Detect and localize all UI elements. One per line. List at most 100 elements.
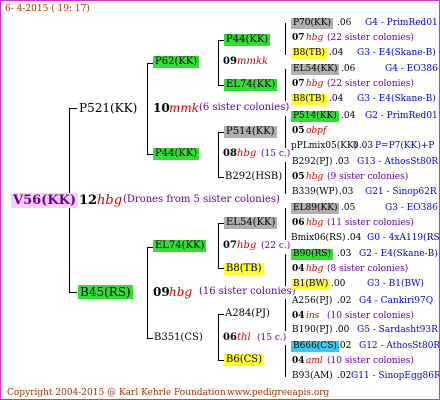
gen4-info: G3 - EO386 <box>385 203 438 213</box>
sire-note: (6 sister colonies) <box>199 102 290 113</box>
gen4-num: .04 <box>341 111 356 121</box>
gen4-info: G11 - SinopEgg86R <box>351 371 440 381</box>
gen4-queen[interactable]: B190(PJ) <box>292 326 332 335</box>
gen4-num: .03 <box>337 249 352 259</box>
gen4-queen[interactable]: A256(PJ) <box>292 297 332 306</box>
gen4-queen[interactable]: Bmix06(RS) <box>291 234 346 243</box>
dam-breeder: hbg <box>169 285 193 299</box>
gen4-info: G21 - Sinop62R <box>365 187 437 197</box>
gen4-num: .06 <box>337 18 352 28</box>
gen4-info: G4 - EO386 <box>385 64 438 74</box>
gen4-year: 04 <box>292 356 305 366</box>
connector <box>285 254 286 286</box>
gen4-info: P=P7(KK)+P <box>375 141 435 151</box>
gen2-d-breeder: thl <box>237 332 251 343</box>
gen4-num: .02 <box>337 371 352 381</box>
gen2-a-breeder: mmkk <box>237 56 269 67</box>
connector <box>285 116 286 148</box>
gen4-year: 06 <box>292 218 305 228</box>
gen2-b-note: (15 c.) <box>261 149 291 159</box>
gen4-breeder: aml <box>306 356 323 366</box>
gen4-info: G4 - PrimRed01 <box>365 18 438 28</box>
gen2-c-queen[interactable]: EL74(KK) <box>153 240 207 252</box>
gen4-year: 05 <box>292 126 305 136</box>
gen3-c1-queen[interactable]: EL54(KK) <box>224 217 278 229</box>
gen4-queen[interactable]: P514(KK) <box>291 111 339 122</box>
gen4-queen[interactable]: B90(RS) <box>291 249 334 260</box>
gen4-info: (10 sister colonies) <box>327 356 414 366</box>
gen4-queen[interactable]: B8(TB) <box>291 48 327 59</box>
gen4-queen[interactable]: EL54(KK) <box>291 64 340 75</box>
gen3-b1-queen[interactable]: P514(KK) <box>224 126 277 138</box>
gen4-year: 07 <box>292 79 305 89</box>
gen4-queen[interactable]: B93(AM) <box>292 372 333 381</box>
connector <box>218 40 219 86</box>
gen4-breeder: hbg <box>306 33 324 43</box>
gen4-queen[interactable]: pPLmix05(KK) <box>291 142 357 151</box>
gen4-year: 04 <box>292 264 305 274</box>
connector <box>147 338 153 339</box>
gen4-num: .05 <box>341 203 356 213</box>
connector <box>285 162 286 194</box>
gen2-c-breeder: hbg <box>237 240 257 251</box>
gen4-info: G3 - E4(Skane-B) <box>357 94 436 104</box>
gen4-info: G12 - AthosSt80R <box>359 341 440 351</box>
gen4-num: .04 <box>347 233 362 243</box>
connector <box>147 247 148 339</box>
gen2-a-queen[interactable]: P62(KK) <box>153 56 200 68</box>
sire-queen[interactable]: P521(KK) <box>79 102 137 114</box>
root-breeder: hbg <box>97 193 123 208</box>
root-year: 12 <box>79 193 98 208</box>
gen3-c2-queen[interactable]: B8(TB) <box>224 263 264 275</box>
gen4-info: (22 sister colonies) <box>327 79 414 89</box>
gen3-a1-queen[interactable]: P44(KK) <box>224 34 271 46</box>
gen2-d-queen[interactable]: B351(CS) <box>154 333 203 343</box>
gen4-queen[interactable]: P70(KK) <box>291 18 333 29</box>
gen4-num: .04 <box>329 48 344 58</box>
sire-year: 10 <box>153 101 170 115</box>
gen4-breeder: ins <box>306 311 320 321</box>
gen4-info: G3 - B1(BW) <box>367 279 424 289</box>
gen4-num: .03 <box>339 187 354 197</box>
gen4-num: .06 <box>341 64 356 74</box>
gen4-num: .04 <box>329 94 344 104</box>
connector <box>69 108 77 109</box>
connector <box>147 63 148 155</box>
gen3-d1-queen[interactable]: A284(PJ) <box>225 309 270 319</box>
gen4-queen[interactable]: EL89(KK) <box>291 203 340 214</box>
gen4-info: (10 sister colonies) <box>327 311 414 321</box>
gen2-b-queen[interactable]: P44(KK) <box>153 148 200 160</box>
connector <box>218 314 219 360</box>
gen4-queen[interactable]: B1(BW) <box>291 279 331 290</box>
gen2-c-year: 07 <box>223 240 237 251</box>
gen4-num: .00 <box>331 279 346 289</box>
gen2-d-note: (15 c.) <box>257 333 287 343</box>
footer-url[interactable]: www.pedigreeapis.org <box>227 389 329 398</box>
dam-queen[interactable]: B45(RS) <box>78 285 133 299</box>
gen4-info: (8 sister colonies) <box>327 264 409 274</box>
root-queen[interactable]: V56(KK) <box>11 193 79 208</box>
gen4-num: 0.03 <box>353 141 374 151</box>
gen4-queen[interactable]: B292(PJ) <box>292 158 332 167</box>
gen4-breeder: hbg <box>306 79 324 89</box>
gen4-queen[interactable]: B8(TB) <box>291 94 327 105</box>
root-note: (Drones from 5 sister colonies) <box>123 194 280 205</box>
connector <box>285 345 286 377</box>
gen4-info: (22 sister colonies) <box>327 33 414 43</box>
gen4-info: G4 - Cankiri97Q <box>359 296 434 306</box>
gen4-year: 07 <box>292 33 305 43</box>
dam-year: 09 <box>153 285 170 299</box>
gen4-breeder: obpf <box>306 126 327 136</box>
connector <box>218 223 219 269</box>
gen3-d2-queen[interactable]: B6(CS) <box>224 354 265 366</box>
gen2-d-year: 06 <box>223 332 237 343</box>
copyright: Copyright 2004-2015 @ Karl Kehrle Founda… <box>7 388 229 398</box>
gen3-a2-queen[interactable]: EL74(KK) <box>224 79 278 91</box>
timestamp: 6- 4-2015 ( 19: 17) <box>5 4 90 14</box>
gen4-info: G3 - E4(Skane-B) <box>357 48 436 58</box>
gen3-b2-queen[interactable]: B292(HSB) <box>225 172 282 182</box>
gen4-year: 05 <box>292 172 305 182</box>
gen4-queen[interactable]: B339(WP) <box>292 188 338 197</box>
gen4-queen[interactable]: B666(CS) <box>291 341 339 352</box>
gen4-info: G13 - AthosSt80R <box>357 157 439 167</box>
